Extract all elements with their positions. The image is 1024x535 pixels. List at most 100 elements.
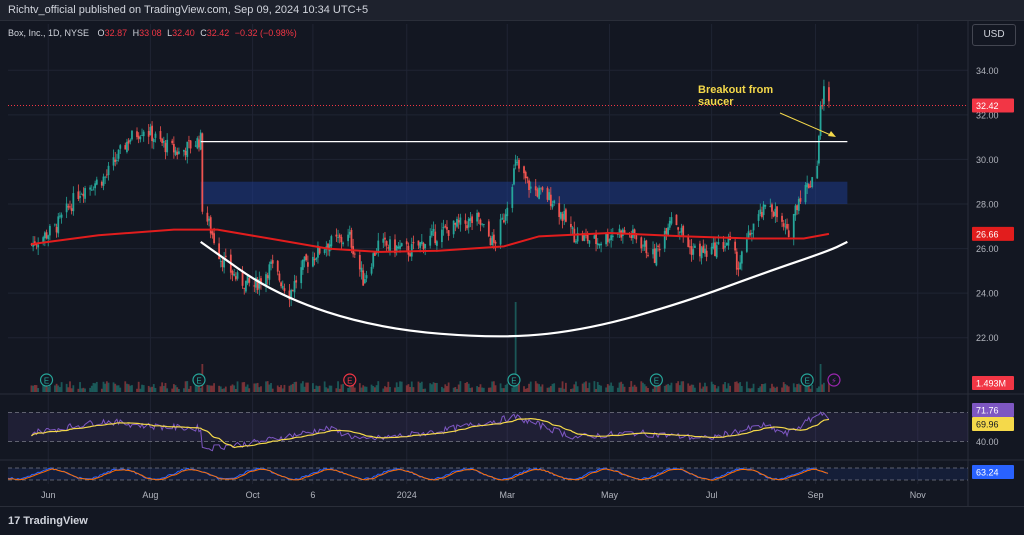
candle-body [400, 243, 403, 247]
candle-body [551, 204, 554, 208]
candle-body [206, 212, 209, 222]
time-tick-label: Jul [706, 490, 718, 500]
candle-body [395, 245, 398, 251]
earnings-marker: E [800, 373, 814, 387]
tradingview-logo[interactable]: 17 TradingView [8, 515, 88, 527]
volume-bar [559, 387, 562, 392]
candle-body [100, 181, 103, 186]
candle-body [129, 139, 132, 142]
volume-bar [571, 388, 574, 392]
candle-body [45, 232, 48, 239]
candle-body [92, 189, 95, 191]
volume-bar [526, 388, 529, 392]
volume-bar [714, 385, 716, 392]
volume-bar [727, 383, 730, 392]
annotation-text-line2: saucer [698, 96, 734, 108]
volume-bar [534, 381, 537, 392]
volume-bar [60, 382, 63, 392]
volume-bar [573, 384, 576, 392]
candle-body [65, 203, 68, 213]
candle-body [457, 220, 460, 223]
rsi-label: 71.76 [976, 406, 999, 416]
candle-body [90, 189, 93, 191]
candle-body [745, 239, 748, 252]
candle-body [516, 162, 519, 163]
candle-body [419, 242, 422, 248]
volume-bar [105, 381, 108, 392]
candle-body [665, 228, 668, 234]
candle-body [797, 199, 800, 211]
candle-body [477, 212, 480, 217]
candle-body [740, 251, 743, 264]
volume-bar [811, 385, 814, 392]
volume-bar [246, 384, 249, 392]
volume-bar [528, 383, 530, 392]
candle-body [436, 241, 438, 246]
candle-body [271, 260, 274, 264]
candle-body [124, 145, 127, 150]
candle-body [318, 247, 321, 254]
volume-bar [372, 386, 375, 392]
volume-bar [494, 385, 497, 392]
candle-body [494, 241, 497, 244]
candle-body [313, 258, 316, 261]
volume-bar [536, 383, 539, 392]
volume-bar [620, 381, 623, 392]
volume-bar [301, 381, 304, 392]
candle-body [499, 219, 502, 245]
volume-bar [405, 385, 408, 392]
volume-bar [255, 383, 257, 392]
candle-body [172, 143, 175, 153]
volume-bar [189, 386, 192, 392]
candle-body [635, 235, 638, 240]
candle-body [712, 242, 715, 249]
candle-body [231, 271, 234, 275]
volume-bar [563, 388, 566, 392]
candle-body [342, 242, 344, 245]
volume-bar [499, 383, 502, 392]
volume-bar [183, 388, 185, 392]
volume-bar [306, 382, 309, 392]
candle-body [675, 214, 678, 226]
volume-bar [209, 385, 212, 392]
candle-body [529, 186, 532, 189]
candle-body [268, 264, 271, 280]
candle-body [82, 193, 85, 197]
volume-bar [787, 386, 790, 392]
volume-bar [397, 386, 400, 392]
price-tick-label: 24.00 [976, 289, 999, 299]
volume-bar [377, 381, 380, 392]
volume-bar [219, 386, 222, 392]
volume-bar [270, 382, 272, 392]
volume-bar [539, 386, 542, 392]
volume-bar [387, 381, 390, 392]
volume-bar [154, 387, 157, 392]
volume-bar [77, 388, 80, 392]
volume-bar [94, 383, 97, 392]
candle-body [482, 224, 485, 225]
candle-body [116, 160, 118, 161]
candle-body [442, 227, 445, 229]
candle-body [152, 139, 155, 143]
candle-body [700, 247, 703, 259]
candle-body [295, 280, 298, 283]
price-chart[interactable]: Breakout fromsaucer E E E E E E ⚡ 34.0032.0030… [0, 0, 1024, 506]
volume-bar [59, 387, 61, 392]
volume-bar [293, 382, 296, 392]
volume-bar [248, 388, 251, 392]
time-tick-label: Oct [246, 490, 261, 500]
volume-bar [456, 388, 458, 392]
candle-body [469, 218, 472, 222]
volume-bar [33, 385, 36, 392]
volume-bar [482, 387, 485, 392]
volume-bar [757, 387, 760, 392]
volume-bar [705, 386, 708, 392]
candle-body [136, 131, 138, 138]
candle-body [670, 217, 673, 224]
volume-bar [315, 385, 318, 392]
candle-body [305, 254, 308, 261]
candle-body [575, 241, 577, 243]
volume-bar [492, 381, 495, 392]
candle-body [692, 249, 695, 255]
candle-body [682, 225, 685, 236]
